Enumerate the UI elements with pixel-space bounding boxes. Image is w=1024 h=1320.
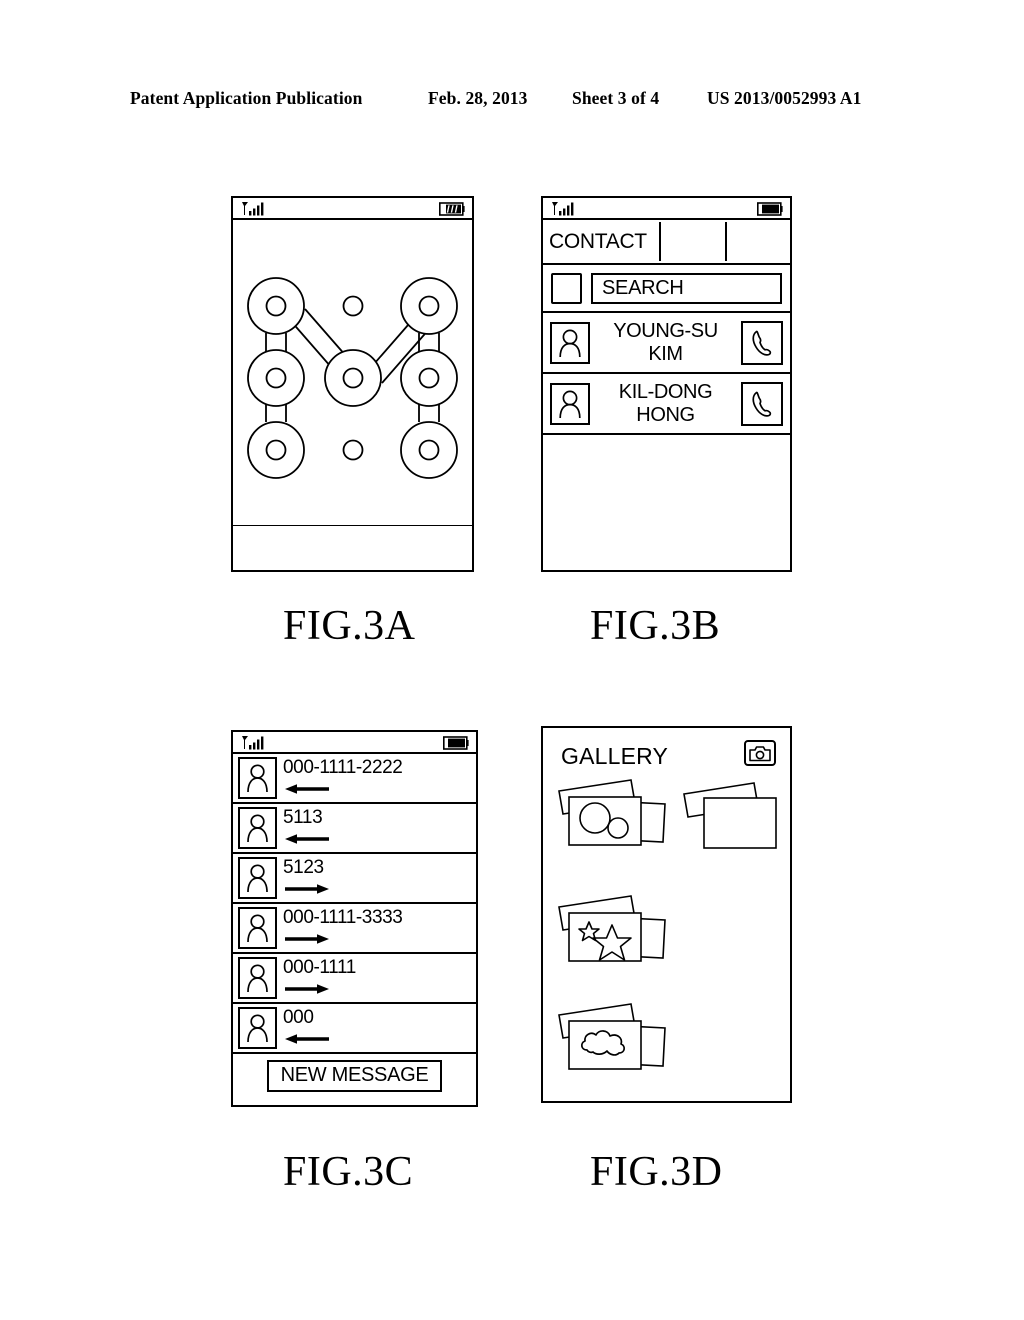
album-thumbnail[interactable]: [557, 776, 669, 861]
status-bar: [233, 198, 472, 220]
message-body: 000-1111: [283, 956, 476, 1000]
figure-caption-3b: FIG.3B: [590, 603, 721, 649]
figure-3a-device: [231, 196, 474, 572]
figure-caption-3d: FIG.3D: [590, 1149, 723, 1195]
person-icon: [550, 321, 590, 364]
person-icon: [238, 807, 277, 849]
search-input[interactable]: SEARCH: [591, 272, 782, 304]
phone-handset-icon[interactable]: [741, 320, 783, 365]
arrow-outgoing-icon: [285, 984, 329, 994]
figure-3d-device: GALLERY: [541, 726, 792, 1103]
tab-third[interactable]: [724, 220, 790, 263]
figure-3b-device: CONTACT SEARCH YOUNG-SU KIM KIL-DONG HON…: [541, 196, 792, 572]
pattern-lock-grid[interactable]: [233, 220, 472, 526]
arrow-incoming-icon: [285, 1034, 329, 1044]
status-bar: [233, 732, 476, 754]
album-thumbnail[interactable]: [557, 1000, 669, 1085]
arrow-incoming-icon: [285, 784, 329, 794]
message-body: 000-1111-3333: [283, 906, 476, 950]
tab-contact-label: CONTACT: [549, 229, 647, 253]
message-row[interactable]: 000-1111-3333: [233, 904, 476, 954]
arrow-outgoing-icon: [285, 934, 329, 944]
battery-icon: [443, 736, 469, 750]
publication-label: Patent Application Publication: [130, 88, 363, 108]
message-row[interactable]: 5113: [233, 804, 476, 854]
new-message-button[interactable]: NEW MESSAGE: [266, 1059, 443, 1092]
tab-second[interactable]: [659, 220, 724, 263]
new-message-bar: NEW MESSAGE: [233, 1054, 476, 1097]
sheet-label: Sheet 3 of 4: [572, 88, 660, 108]
patent-number: US 2013/0052993 A1: [707, 88, 862, 108]
publication-header: Patent Application Publication Feb. 28, …: [0, 88, 1024, 114]
message-body: 5123: [283, 856, 476, 900]
contact-name: KIL-DONG HONG: [618, 380, 713, 426]
message-body: 5113: [283, 806, 476, 850]
message-row[interactable]: 5123: [233, 854, 476, 904]
message-row[interactable]: 000: [233, 1004, 476, 1054]
gallery-title: GALLERY: [561, 743, 669, 769]
search-checkbox[interactable]: [551, 272, 582, 304]
message-number: 000-1111-3333: [283, 907, 403, 928]
person-icon: [238, 907, 277, 949]
message-body: 000: [283, 1006, 476, 1050]
message-number: 5123: [283, 857, 324, 878]
message-number: 000-1111: [283, 957, 356, 978]
person-icon: [238, 857, 277, 899]
tab-contact[interactable]: CONTACT: [543, 220, 659, 263]
pattern-lock-area[interactable]: [233, 220, 472, 526]
person-icon: [238, 957, 277, 999]
camera-icon[interactable]: [744, 740, 776, 766]
person-icon: [238, 757, 277, 799]
message-row[interactable]: 000-1111: [233, 954, 476, 1004]
phone-handset-icon[interactable]: [741, 381, 783, 426]
message-body: 000-1111-2222: [283, 756, 476, 800]
contact-row[interactable]: KIL-DONG HONG: [543, 374, 790, 435]
status-bar: [543, 198, 790, 220]
message-number: 000-1111-2222: [283, 757, 403, 778]
figure-3c-device: 000-1111-2222 5113 5123 000-1111-3333 00…: [231, 730, 478, 1107]
message-row[interactable]: 000-1111-2222: [233, 754, 476, 804]
search-bar[interactable]: SEARCH: [543, 265, 790, 313]
battery-icon: [757, 202, 783, 216]
contact-row[interactable]: YOUNG-SU KIM: [543, 313, 790, 374]
person-icon: [550, 382, 590, 425]
message-number: 000: [283, 1007, 314, 1028]
publication-date: Feb. 28, 2013: [428, 88, 528, 108]
figure-caption-3c: FIG.3C: [283, 1149, 414, 1195]
arrow-outgoing-icon: [285, 884, 329, 894]
album-thumbnail[interactable]: [682, 780, 782, 859]
person-icon: [238, 1007, 277, 1049]
lock-bottom-bar: [233, 526, 472, 568]
tab-divider: [724, 222, 727, 261]
album-thumbnail[interactable]: [557, 892, 669, 977]
message-number: 5113: [283, 807, 323, 828]
battery-icon: [439, 202, 465, 216]
tab-divider: [659, 222, 662, 261]
figure-caption-3a: FIG.3A: [283, 603, 416, 649]
signal-bars-icon: [242, 202, 264, 216]
arrow-incoming-icon: [285, 834, 329, 844]
tab-bar[interactable]: CONTACT: [543, 220, 790, 265]
signal-bars-icon: [242, 736, 264, 750]
contact-name: YOUNG-SU KIM: [613, 319, 718, 365]
signal-bars-icon: [552, 202, 574, 216]
